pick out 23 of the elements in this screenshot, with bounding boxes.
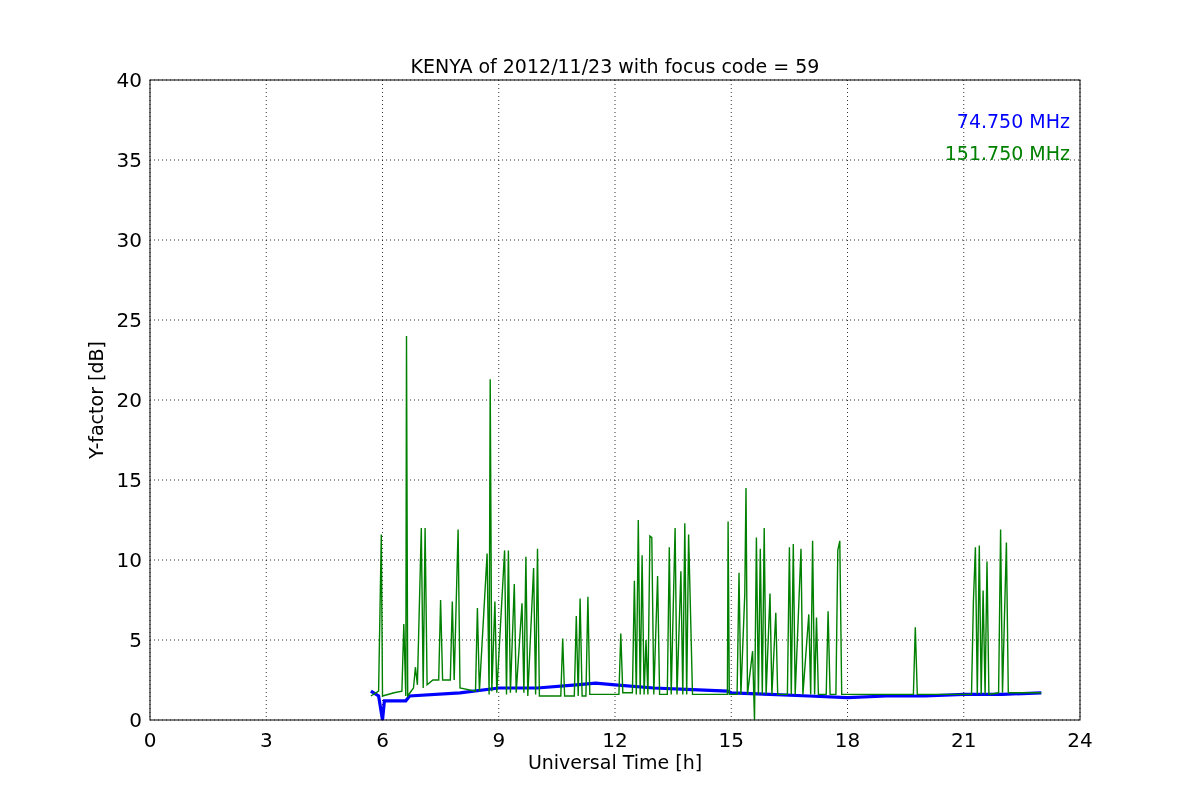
tick-label: 15: [116, 468, 142, 492]
tick-label: 21: [951, 728, 977, 752]
legend-label: 74.750 MHz: [956, 110, 1070, 132]
tick-label: 12: [602, 728, 628, 752]
tick-label: 5: [129, 628, 142, 652]
tick-label: 15: [718, 728, 744, 752]
y-axis-label: Y-factor [dB]: [85, 341, 107, 459]
tick-label: 0: [143, 728, 157, 752]
tick-label: 3: [259, 728, 273, 752]
tick-label: 25: [116, 308, 142, 332]
tick-label: 20: [116, 388, 142, 412]
x-axis-label: Universal Time [h]: [527, 751, 703, 773]
tick-label: 35: [116, 148, 142, 172]
tick-label: 10: [116, 548, 142, 572]
tick-label: 30: [116, 228, 142, 252]
chart-title: KENYA of 2012/11/23 with focus code = 59: [410, 55, 820, 77]
tick-label: 6: [376, 728, 389, 752]
tick-label: 24: [1067, 728, 1093, 752]
tick-label: 9: [492, 728, 506, 752]
tick-label: 0: [129, 708, 142, 732]
legend-label: 151.750 MHz: [944, 142, 1070, 164]
tick-label: 18: [834, 728, 861, 752]
tick-label: 40: [116, 68, 142, 92]
